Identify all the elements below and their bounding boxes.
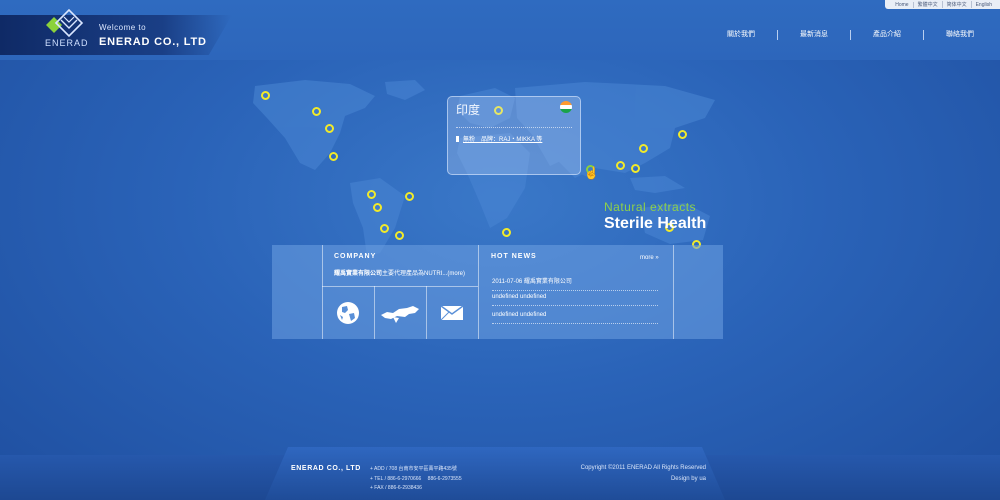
footer-fax: + FAX / 886-6-2938436 (370, 485, 422, 491)
company-title: ENERAD CO., LTD (99, 36, 207, 48)
news-item[interactable]: 2011-07-06 耀禹實業有限公司 (492, 276, 658, 291)
map-marker-asia-4[interactable] (678, 130, 687, 139)
map-icon (381, 305, 419, 323)
map-marker-south-america-3[interactable] (405, 192, 414, 201)
design-label: Design by (670, 476, 700, 482)
top-links: Home 繁體中文 简体中文 English (885, 0, 1000, 9)
nav-news[interactable]: 最新消息 (778, 30, 851, 40)
popup-country: 印度 (456, 103, 481, 117)
map-marker-south-america-1[interactable] (367, 190, 376, 199)
nav-contact[interactable]: 聯絡我們 (924, 30, 980, 40)
hot-news-title: HOT NEWS (491, 253, 537, 260)
news-more-link[interactable]: more » (640, 255, 659, 261)
popup-divider (456, 127, 572, 128)
news-title: undefined undefined (492, 294, 547, 300)
mail-button[interactable] (426, 286, 478, 339)
toplink-traditional-chinese[interactable]: 繁體中文 (914, 1, 943, 8)
map-marker-north-america-1[interactable] (261, 91, 270, 100)
footer-company: ENERAD CO., LTD (291, 465, 361, 472)
tagline-natural: Natural extracts (604, 200, 697, 214)
popup-product-link[interactable]: 無粉 品牌：RAJ・MIKKA 等 (456, 134, 542, 143)
map-marker-africa[interactable] (502, 228, 511, 237)
news-item[interactable]: undefined undefined (492, 294, 658, 306)
logo-plate (0, 15, 232, 55)
map-marker-asia-3[interactable] (639, 144, 648, 153)
designer-link[interactable]: ua (699, 476, 706, 482)
news-title: undefined undefined (492, 312, 547, 318)
mail-icon (440, 304, 464, 320)
map-marker-south-america-4[interactable] (380, 224, 389, 233)
company-description[interactable]: 耀禹實業有限公司主要代理產品為NUTRI...(more) (334, 268, 465, 277)
toplink-english[interactable]: English (972, 2, 996, 8)
map-marker-north-america-2[interactable] (312, 107, 321, 116)
map-marker-asia-2[interactable] (631, 164, 640, 173)
footer-plate (265, 447, 725, 500)
map-marker-south-america-5[interactable] (395, 231, 404, 240)
company-desc-text: 主要代理產品為NUTRI...(more) (382, 271, 466, 277)
nav-about[interactable]: 關於我們 (705, 30, 778, 40)
footer-copyright: Copyright ©2011 ENERAD All Rights Reserv… (580, 465, 706, 471)
globe-button[interactable] (322, 286, 374, 339)
panel-divider (478, 245, 479, 339)
welcome-text: Welcome to (99, 23, 147, 32)
logo-wordmark: ENERAD (45, 38, 89, 48)
globe-icon (337, 301, 359, 324)
tagline-sterile: Sterile Health (604, 215, 707, 232)
company-name: 耀禹實業有限公司 (334, 271, 383, 277)
map-button[interactable] (374, 286, 426, 339)
map-marker-south-america-2[interactable] (373, 203, 382, 212)
toplink-home[interactable]: Home (891, 1, 914, 8)
news-title: 耀禹實業有限公司 (523, 279, 572, 285)
toplink-simplified-chinese[interactable]: 简体中文 (943, 1, 972, 8)
main-nav: 關於我們 最新消息 產品介紹 聯絡我們 (705, 30, 980, 40)
footer-address: + ADD / 708 台南市安平區菁平路435號 (370, 466, 457, 472)
india-flag-icon (560, 101, 572, 113)
info-panel: COMPANY 耀禹實業有限公司主要代理產品為NUTRI...(more) HO… (272, 245, 723, 339)
panel-divider (673, 245, 674, 339)
enerad-logo-icon[interactable] (42, 8, 88, 42)
hand-cursor-icon: ☝ (584, 166, 599, 180)
country-popup: 印度 無粉 品牌：RAJ・MIKKA 等 (447, 96, 581, 175)
footer-design-credit: Design by ua (671, 476, 706, 482)
news-date: 2011-07-06 (492, 279, 523, 285)
footer-tel: + TEL / 886-6-2970666 886-6-2973555 (370, 476, 462, 482)
map-marker-north-america-4[interactable] (329, 152, 338, 161)
map-marker-asia-1[interactable] (616, 161, 625, 170)
news-item[interactable]: undefined undefined (492, 312, 658, 324)
company-section-title: COMPANY (334, 253, 377, 260)
map-marker-north-america-3[interactable] (325, 124, 334, 133)
nav-products[interactable]: 產品介紹 (851, 30, 924, 40)
